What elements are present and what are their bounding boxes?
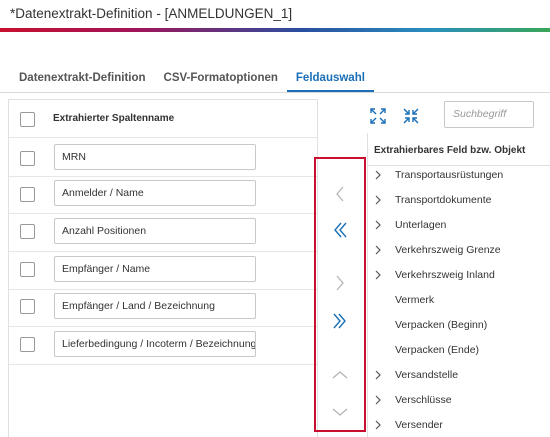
expand-all-icon [370,108,386,124]
chevron-right-icon [375,195,381,205]
chevron-right-icon [375,395,381,405]
chevron-left-icon [336,186,344,202]
tree-item-label: Unterlagen [395,219,447,231]
tree-item-label: Transportdokumente [395,194,492,206]
chevron-up-icon [332,371,348,379]
row-checkbox[interactable] [20,262,35,277]
move-down-button [324,401,356,423]
tab-divider [0,92,550,93]
header-divider [368,165,550,166]
row-checkbox[interactable] [20,299,35,314]
brand-gradient-bar [0,28,550,32]
collapse-all-button[interactable] [402,107,420,125]
row-checkbox[interactable] [20,151,35,166]
expand-all-button[interactable] [369,107,387,125]
double-chevron-right-icon [333,313,346,329]
move-all-left-button[interactable] [324,219,356,241]
row-checkbox[interactable] [20,337,35,352]
row-divider [9,176,317,177]
extracted-column-header: Extrahierter Spaltenname [53,113,175,124]
tree-item-label: Versender [395,419,443,431]
column-name-field[interactable]: Lieferbedingung / Incoterm / Bezeichnung [54,331,256,357]
chevron-right-icon [375,245,381,255]
select-all-checkbox[interactable] [20,112,35,127]
collapse-all-icon [403,108,419,124]
row-divider [9,213,317,214]
extractable-field-header: Extrahierbares Feld bzw. Objekt [374,145,526,156]
row-divider [9,289,317,290]
tab-bar: Datenextrakt-Definition CSV-Formatoption… [10,71,374,93]
tree-item-label: Transportausrüstungen [395,169,504,181]
tree-item-label: Verpacken (Ende) [395,344,480,356]
row-checkbox[interactable] [20,187,35,202]
tree-item-label: Verpacken (Beginn) [395,319,488,331]
tree-item-label: Versandstelle [395,369,459,381]
tree-item-label: Verkehrszweig Inland [395,269,495,281]
window-title: *Datenextrakt-Definition - [ANMELDUNGEN_… [10,6,293,21]
move-right-button [324,272,356,294]
chevron-right-icon [375,170,381,180]
extractable-fields-panel: Extrahierbares Feld bzw. Objekt Transpor… [367,133,550,437]
chevron-right-icon [375,370,381,380]
chevron-right-icon [375,420,381,430]
column-name-field[interactable]: Empfänger / Name [54,256,256,282]
column-name-field[interactable]: Anmelder / Name [54,180,256,206]
row-checkbox[interactable] [20,224,35,239]
tree-item-label: Verschlüsse [395,394,452,406]
row-divider [9,326,317,327]
move-left-button [324,183,356,205]
transfer-buttons-group [314,157,366,432]
move-all-right-button[interactable] [324,310,356,332]
chevron-right-icon [336,275,344,291]
extracted-columns-panel: Extrahierter Spaltenname MRN Anmelder / … [8,99,318,437]
tree-item-label: Verkehrszweig Grenze [395,244,501,256]
tab-csv-formatoptionen[interactable]: CSV-Formatoptionen [155,71,287,92]
column-name-field[interactable]: MRN [54,144,256,170]
move-up-button [324,364,356,386]
chevron-down-icon [332,408,348,416]
chevron-right-icon [375,220,381,230]
column-name-field[interactable]: Anzahl Positionen [54,218,256,244]
tab-feldauswahl[interactable]: Feldauswahl [286,71,374,92]
row-divider [9,251,317,252]
tree-item-label: Vermerk [395,294,435,306]
tab-datenextrakt-definition[interactable]: Datenextrakt-Definition [10,71,155,92]
header-divider [9,137,317,138]
row-divider [9,364,317,365]
search-input[interactable]: Suchbegriff [444,101,534,128]
column-name-field[interactable]: Empfänger / Land / Bezeichnung [54,293,256,319]
chevron-right-icon [375,270,381,280]
double-chevron-left-icon [334,222,347,238]
